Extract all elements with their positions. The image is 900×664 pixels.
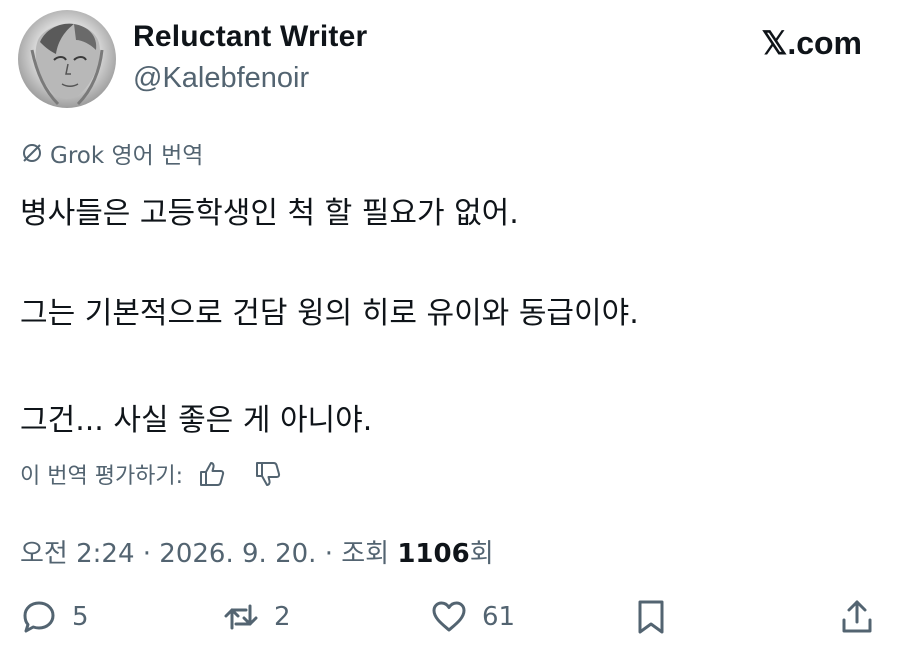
tweet-header: Reluctant Writer @Kalebfenoir 𝕏.com bbox=[18, 10, 882, 110]
brand-logo: 𝕏.com bbox=[761, 25, 862, 61]
meta-separator: · bbox=[324, 539, 333, 569]
tweet-date[interactable]: 2026. 9. 20. bbox=[159, 539, 316, 569]
author-handle[interactable]: @Kalebfenoir bbox=[133, 62, 309, 95]
like-count: 61 bbox=[482, 602, 516, 632]
reply-icon bbox=[23, 601, 55, 633]
repost-icon bbox=[224, 604, 258, 630]
views-suffix: 회 bbox=[469, 539, 494, 569]
avatar[interactable] bbox=[18, 10, 116, 108]
grok-icon bbox=[23, 144, 41, 162]
reply-button[interactable]: 5 bbox=[20, 598, 89, 636]
author-name[interactable]: Reluctant Writer bbox=[133, 20, 367, 54]
action-bar: 5 2 61 bbox=[20, 598, 880, 646]
thumbs-up-icon[interactable] bbox=[197, 459, 227, 489]
tweet-time[interactable]: 오전 2:24 bbox=[20, 539, 135, 569]
repost-button[interactable]: 2 bbox=[222, 598, 291, 636]
share-button[interactable] bbox=[838, 598, 876, 636]
meta-separator: · bbox=[142, 539, 152, 569]
tweet-text-line: 그건... 사실 좋은 게 아니야. bbox=[20, 403, 373, 438]
tweet-meta: 오전 2:24 · 2026. 9. 20. · 조회 1106회 bbox=[20, 533, 494, 570]
heart-icon bbox=[432, 601, 466, 632]
reply-count: 5 bbox=[72, 602, 89, 632]
translation-label-text: Grok 영어 번역 bbox=[50, 143, 204, 169]
views-prefix: 조회 bbox=[341, 539, 390, 569]
bookmark-button[interactable] bbox=[632, 598, 670, 636]
share-icon bbox=[842, 600, 872, 633]
thumbs-down-icon[interactable] bbox=[253, 459, 283, 489]
rating-prompt: 이 번역 평가하기: bbox=[20, 464, 184, 489]
translation-rating: 이 번역 평가하기: bbox=[20, 458, 283, 490]
tweet-text-line: 그는 기본적으로 건담 윙의 히로 유이와 동급이야. bbox=[20, 296, 639, 331]
views-count: 1106 bbox=[397, 539, 470, 569]
translation-label: Grok 영어 번역 bbox=[20, 136, 203, 170]
bookmark-icon bbox=[638, 600, 664, 634]
like-button[interactable]: 61 bbox=[430, 598, 515, 636]
tweet-text-line: 병사들은 고등학생인 척 할 필요가 없어. bbox=[20, 196, 519, 231]
repost-count: 2 bbox=[274, 602, 291, 632]
